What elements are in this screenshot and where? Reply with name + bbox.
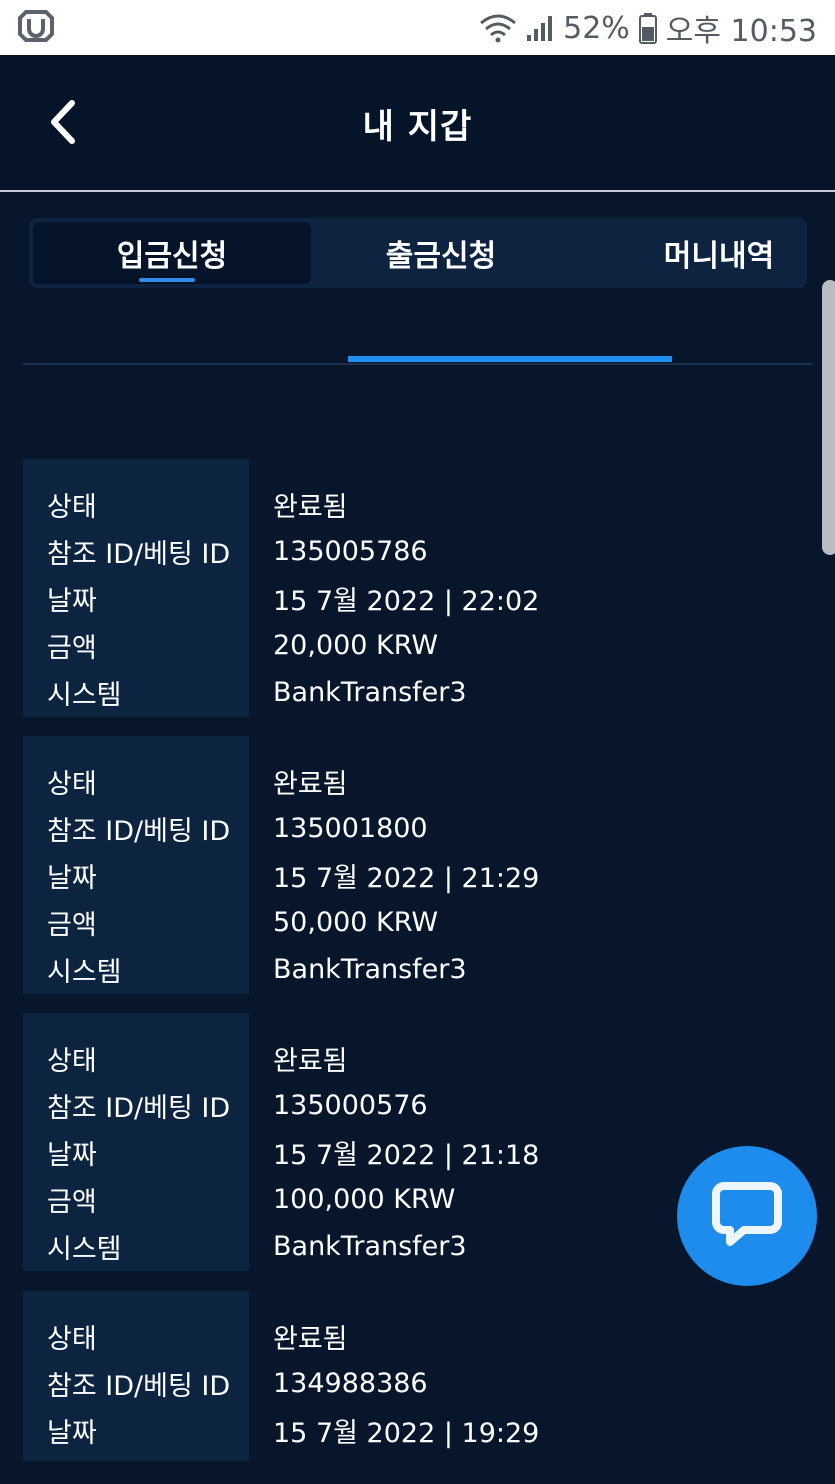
label-reference: 참조 ID/베팅 ID [47,1093,231,1124]
row-date: 날짜 15 7월 2022 | 22:02 [23,575,812,622]
label-amount: 금액 [47,910,97,941]
value-status: 완료됨 [273,492,348,523]
wifi-icon [480,14,517,43]
row-date: 날짜 15 7월 2022 | 19:29 [23,1407,812,1454]
label-status: 상태 [47,492,97,523]
label-date: 날짜 [47,586,97,617]
label-date: 날짜 [47,1418,97,1449]
label-system: 시스템 [47,1234,122,1265]
label-date: 날짜 [47,1140,97,1171]
battery-percent: 52% [563,10,630,46]
label-status: 상태 [47,1046,97,1077]
live-chat-button[interactable] [677,1146,817,1286]
row-status: 상태 완료됨 [23,1035,812,1082]
row-status: 상태 완료됨 [23,1313,812,1360]
value-date: 15 7월 2022 | 19:29 [273,1418,540,1449]
subtab-active-indicator [348,356,672,362]
active-tab-indicator [139,278,195,282]
signal-icon [527,16,553,41]
tab-withdraw-request[interactable]: 출금신청 [311,218,571,288]
row-date: 날짜 15 7월 2022 | 21:29 [23,852,812,899]
row-status: 상태 완료됨 [23,758,812,805]
value-amount: 100,000 KRW [273,1184,456,1215]
row-reference: 참조 ID/베팅 ID 135000576 [23,1082,812,1129]
value-status: 완료됨 [273,1324,348,1355]
label-amount: 금액 [47,1187,97,1218]
row-system: 시스템 BankTransfer3 [23,669,812,716]
row-reference: 참조 ID/베팅 ID 134988386 [23,1360,812,1407]
transaction-card: 상태 완료됨 참조 ID/베팅 ID 134988386 날짜 15 7월 2022 … [23,1291,812,1461]
battery-icon [638,13,657,44]
value-reference: 135001800 [273,813,428,844]
row-system: 시스템 BankTransfer3 [23,946,812,993]
value-date: 15 7월 2022 | 22:02 [273,586,540,617]
value-status: 완료됨 [273,1046,348,1077]
value-status: 완료됨 [273,769,348,800]
value-amount: 20,000 KRW [273,630,439,661]
label-amount: 금액 [47,633,97,664]
label-system: 시스템 [47,680,122,711]
row-amount: 금액 50,000 KRW [23,899,812,946]
value-reference: 135000576 [273,1090,428,1121]
label-system: 시스템 [47,957,122,988]
value-system: BankTransfer3 [273,954,467,985]
tab-money-history[interactable]: 머니내역 [629,218,809,288]
row-status: 상태 완료됨 [23,481,812,528]
transaction-card: 상태 완료됨 참조 ID/베팅 ID 135001800 날짜 15 7월 2022 … [23,736,812,994]
clock: 오후 10:53 [665,14,817,49]
label-status: 상태 [47,769,97,800]
transaction-card: 상태 완료됨 참조 ID/베팅 ID 135005786 날짜 15 7월 2022 … [23,459,812,717]
label-status: 상태 [47,1324,97,1355]
value-date: 15 7월 2022 | 21:29 [273,863,540,894]
scrollbar-thumb[interactable] [822,280,835,555]
label-reference: 참조 ID/베팅 ID [47,1371,231,1402]
value-system: BankTransfer3 [273,677,467,708]
label-date: 날짜 [47,863,97,894]
row-reference: 참조 ID/베팅 ID 135001800 [23,805,812,852]
value-reference: 135005786 [273,536,428,567]
tab-deposit-request[interactable]: 입금신청 [33,222,311,284]
value-system: BankTransfer3 [273,1231,467,1262]
status-bar: 52% 오후 10:53 [0,0,835,55]
app-header: 내 지갑 [0,55,835,192]
value-amount: 50,000 KRW [273,907,439,938]
label-reference: 참조 ID/베팅 ID [47,539,231,570]
value-date: 15 7월 2022 | 21:18 [273,1140,540,1171]
subtab-divider [23,363,812,365]
row-amount: 금액 20,000 KRW [23,622,812,669]
app-logo-icon [18,10,54,42]
value-reference: 134988386 [273,1368,428,1399]
chat-bubble-icon [712,1182,782,1246]
page-title: 내 지갑 [362,107,473,147]
label-reference: 참조 ID/베팅 ID [47,816,231,847]
row-reference: 참조 ID/베팅 ID 135005786 [23,528,812,575]
